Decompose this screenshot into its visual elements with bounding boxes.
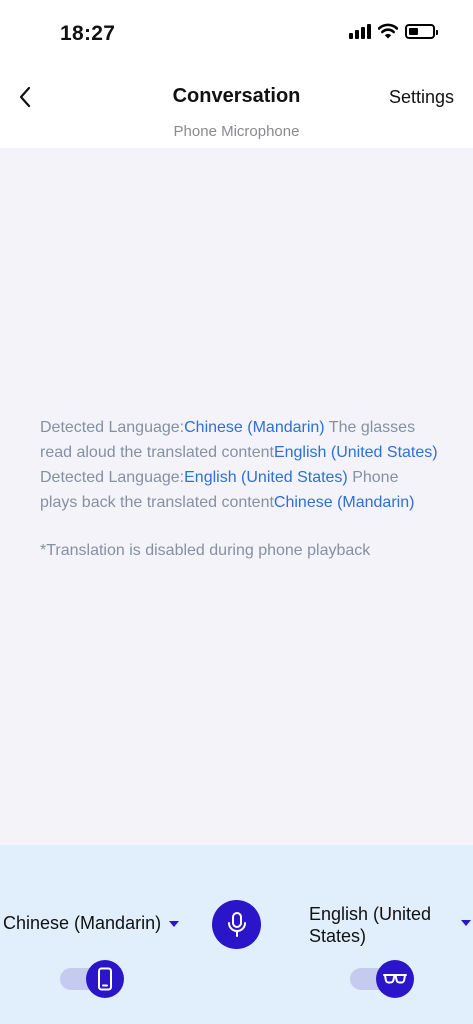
status-icons	[349, 23, 438, 39]
caret-down-icon	[461, 920, 471, 926]
target-language-link: English (United States)	[273, 444, 438, 461]
target-language-label: English (United States)	[309, 904, 432, 946]
microphone-icon	[227, 911, 246, 937]
detection-rule-phone: Detected Language:English (United States…	[40, 469, 415, 511]
microphone-button[interactable]	[212, 900, 261, 949]
glasses-icon	[383, 974, 407, 984]
source-language-select[interactable]: Chinese (Mandarin)	[3, 913, 180, 934]
status-time: 18:27	[60, 22, 116, 45]
target-language-link: Chinese (Mandarin)	[273, 494, 415, 511]
signal-icon	[349, 23, 371, 39]
conversation-area: Detected Language:Chinese (Mandarin) The…	[0, 148, 473, 845]
status-bar: 18:27	[0, 0, 473, 66]
caret-down-icon	[169, 920, 180, 927]
battery-icon	[405, 23, 438, 39]
microphone-source-label: Phone Microphone	[173, 123, 300, 140]
target-language-select[interactable]: English (United States)	[309, 903, 471, 947]
phone-output-toggle[interactable]	[60, 960, 124, 998]
glasses-output-toggle[interactable]	[350, 960, 414, 998]
detected-language-link: Chinese (Mandarin)	[184, 419, 325, 436]
header: Conversation Settings Phone Microphone	[0, 66, 473, 148]
playback-note: *Translation is disabled during phone pl…	[40, 542, 371, 559]
detected-language-link: English (United States)	[184, 469, 348, 486]
conversation-screen: 18:27 Conversation Settings Phone Microp…	[0, 0, 473, 1024]
wifi-icon	[378, 23, 398, 39]
detection-rule-glasses: Detected Language:Chinese (Mandarin) The…	[40, 419, 438, 461]
phone-icon	[98, 967, 112, 991]
bottom-panel: Chinese (Mandarin) English (United State…	[0, 845, 473, 1024]
detection-info: Detected Language:Chinese (Mandarin) The…	[40, 415, 440, 563]
settings-button[interactable]: Settings	[389, 87, 454, 108]
source-language-label: Chinese (Mandarin)	[3, 913, 162, 933]
